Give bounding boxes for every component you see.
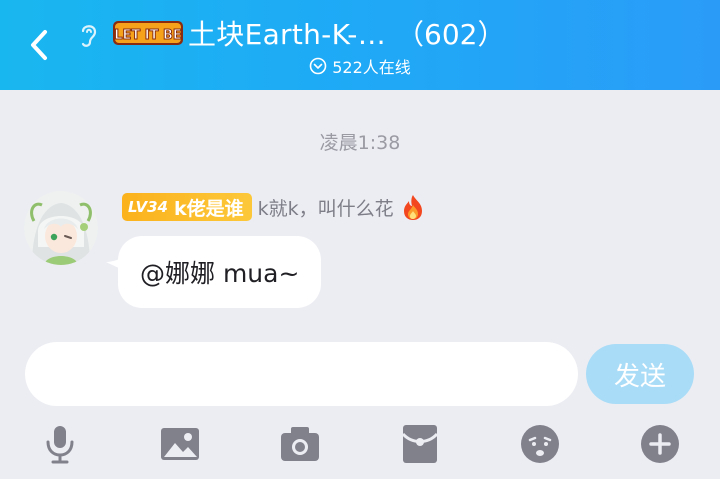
message-text[interactable]: @娜娜 mua~ xyxy=(140,254,299,290)
ear-icon[interactable] xyxy=(76,20,102,50)
image-button[interactable] xyxy=(158,422,202,466)
camera-button[interactable] xyxy=(278,422,322,466)
avatar-icon xyxy=(24,191,98,265)
title-row[interactable]: LET IT BE 土块Earth-K-… （602） xyxy=(112,14,505,52)
message-meta: LV34 k佬是谁 k就k，叫什么花 xyxy=(122,192,426,222)
level-badge[interactable]: LV34 k佬是谁 xyxy=(122,193,252,221)
message-bubble[interactable]: @娜娜 mua~ xyxy=(118,236,322,308)
microphone-button[interactable] xyxy=(38,422,82,466)
send-button[interactable]: 发送 xyxy=(586,344,694,404)
level-number: LV34 xyxy=(128,198,168,216)
composer: 发送 xyxy=(0,324,720,479)
image-icon xyxy=(161,428,199,460)
message-timestamp: 凌晨1:38 xyxy=(319,132,401,154)
online-status[interactable]: 522人在线 xyxy=(0,54,720,78)
let-it-be-badge: LET IT BE xyxy=(112,18,184,48)
fire-icon xyxy=(403,195,422,220)
emoji-icon xyxy=(521,425,559,463)
plus-icon xyxy=(641,425,679,463)
badge-text: LET IT BE xyxy=(114,28,182,43)
message-input[interactable] xyxy=(25,342,578,406)
online-count: 522人在线 xyxy=(332,58,411,77)
emoji-button[interactable] xyxy=(518,422,562,466)
chat-header: LET IT BE 土块Earth-K-… （602） 522人在线 xyxy=(0,0,720,90)
sender-name[interactable]: k就k，叫什么花 xyxy=(258,194,394,221)
red-packet-button[interactable] xyxy=(398,422,442,466)
more-button[interactable] xyxy=(638,422,682,466)
member-count: （602） xyxy=(396,18,506,51)
camera-icon xyxy=(281,427,319,461)
group-title[interactable]: 土块Earth-K-… xyxy=(188,13,386,53)
level-title: k佬是谁 xyxy=(173,197,244,220)
microphone-icon xyxy=(46,426,74,464)
avatar[interactable] xyxy=(24,191,98,265)
chevron-down-circle-icon xyxy=(309,57,327,75)
input-toolbar xyxy=(0,416,720,472)
red-packet-icon xyxy=(402,425,438,463)
